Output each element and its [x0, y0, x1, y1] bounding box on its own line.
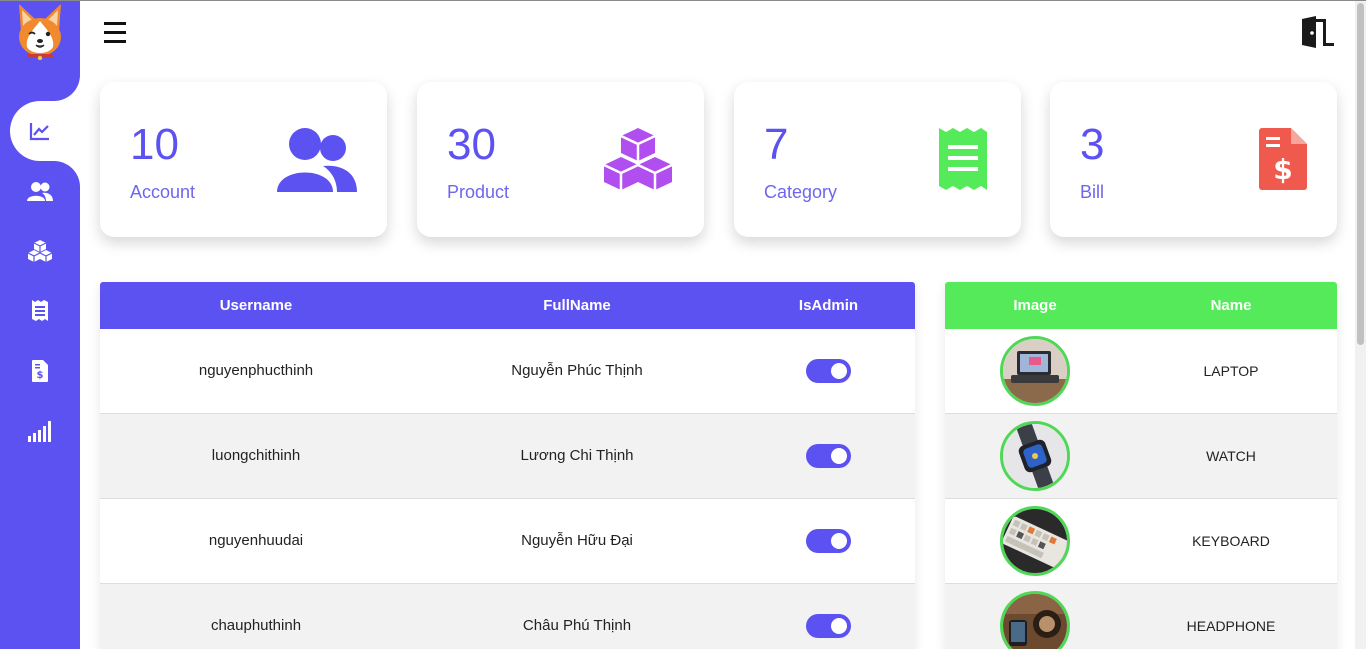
svg-text:$: $	[1273, 153, 1292, 186]
cubes-icon	[603, 128, 673, 190]
username-cell: nguyenphucthinh	[198, 362, 314, 379]
products-table-header: Image Name	[945, 282, 1337, 329]
users-table-header: Username FullName IsAdmin	[100, 282, 915, 329]
users-table: Username FullName IsAdmin nguyenphucthin…	[100, 282, 915, 649]
stat-value: 30	[447, 120, 496, 169]
toggle-knob	[831, 533, 847, 549]
product-name-cell: HEADPHONE	[1186, 618, 1276, 634]
toggle-knob	[831, 618, 847, 634]
table-row[interactable]: KEYBOARD	[945, 499, 1337, 584]
stat-label: Product	[447, 182, 510, 202]
column-header-name[interactable]: Name	[1125, 282, 1337, 329]
nav-bills[interactable]: $	[24, 355, 56, 387]
users-icon	[27, 182, 53, 201]
is-admin-toggle[interactable]	[806, 614, 851, 638]
page-scrollbar[interactable]	[1355, 1, 1366, 649]
nav-accounts[interactable]	[24, 175, 56, 207]
corgi-dog-logo[interactable]	[15, 1, 65, 61]
is-admin-toggle[interactable]	[806, 529, 851, 553]
receipt-icon	[32, 300, 48, 321]
table-row[interactable]: WATCH	[945, 414, 1337, 499]
table-row[interactable]: chauphuthinh Châu Phú Thịnh	[100, 584, 915, 649]
username-cell: luongchithinh	[211, 447, 301, 464]
signal-bars-icon	[28, 421, 51, 442]
users-icon	[277, 128, 357, 192]
nav-dashboard[interactable]	[24, 115, 56, 147]
product-name-cell: KEYBOARD	[1192, 533, 1270, 549]
column-header-username[interactable]: Username	[100, 282, 412, 329]
chart-line-icon	[29, 123, 49, 141]
products-table: Image Name LAPTOP WATCH KEYBOARD HEADPHO…	[945, 282, 1337, 649]
scrollbar-thumb[interactable]	[1357, 3, 1364, 345]
username-cell: chauphuthinh	[210, 617, 302, 634]
stat-label: Account	[130, 182, 196, 202]
stat-card-product[interactable]: 30 Product	[417, 82, 704, 237]
headphone-image	[1003, 594, 1067, 649]
table-row[interactable]: HEADPHONE	[945, 584, 1337, 649]
nav-statistics[interactable]	[24, 415, 56, 447]
receipt-icon	[939, 128, 987, 190]
stat-value: 7	[764, 120, 789, 169]
toggle-knob	[831, 363, 847, 379]
invoice-dollar-icon: $	[32, 360, 48, 382]
hamburger-menu-icon[interactable]	[104, 20, 126, 46]
keyboard-photo[interactable]	[1000, 506, 1070, 576]
stat-card-bill[interactable]: 3 Bill $	[1050, 82, 1337, 237]
table-row[interactable]: nguyenhuudai Nguyễn Hữu Đại	[100, 499, 915, 584]
stat-card-category[interactable]: 7 Category	[734, 82, 1021, 237]
stat-label: Category	[764, 182, 838, 202]
fullname-cell: Nguyễn Hữu Đại	[521, 532, 633, 549]
column-header-fullname[interactable]: FullName	[412, 282, 742, 329]
laptop-image	[1003, 339, 1067, 403]
cubes-icon	[27, 240, 53, 262]
toggle-knob	[831, 448, 847, 464]
product-name-cell: WATCH	[1206, 448, 1256, 464]
column-header-image[interactable]: Image	[945, 282, 1125, 329]
table-row[interactable]: LAPTOP	[945, 329, 1337, 414]
nav-products[interactable]	[24, 235, 56, 267]
fullname-cell: Châu Phú Thịnh	[522, 617, 632, 634]
svg-text:$: $	[37, 370, 44, 381]
column-header-isadmin[interactable]: IsAdmin	[742, 282, 915, 329]
sidebar: $	[0, 1, 80, 649]
stat-value: 10	[130, 120, 179, 169]
invoice-dollar-icon: $	[1259, 128, 1307, 190]
watch-image	[1003, 424, 1067, 488]
stat-label: Bill	[1080, 182, 1105, 202]
product-name-cell: LAPTOP	[1203, 363, 1259, 379]
keyboard-image	[1003, 509, 1067, 573]
nav-categories[interactable]	[24, 295, 56, 327]
is-admin-toggle[interactable]	[806, 444, 851, 468]
stat-card-account[interactable]: 10 Account	[100, 82, 387, 237]
door-exit-icon[interactable]	[1298, 15, 1336, 49]
is-admin-toggle[interactable]	[806, 359, 851, 383]
headphone-photo[interactable]	[1000, 591, 1070, 649]
dashboard-page: $ 10 Account 30 Product 7 Category 3 Bil…	[0, 0, 1366, 649]
username-cell: nguyenhuudai	[208, 532, 304, 549]
stat-value: 3	[1080, 120, 1105, 169]
fullname-cell: Lương Chi Thịnh	[520, 447, 634, 464]
fullname-cell: Nguyễn Phúc Thịnh	[511, 362, 643, 379]
laptop-photo[interactable]	[1000, 336, 1070, 406]
table-row[interactable]: luongchithinh Lương Chi Thịnh	[100, 414, 915, 499]
watch-photo[interactable]	[1000, 421, 1070, 491]
table-row[interactable]: nguyenphucthinh Nguyễn Phúc Thịnh	[100, 329, 915, 414]
logo-area	[0, 1, 80, 101]
